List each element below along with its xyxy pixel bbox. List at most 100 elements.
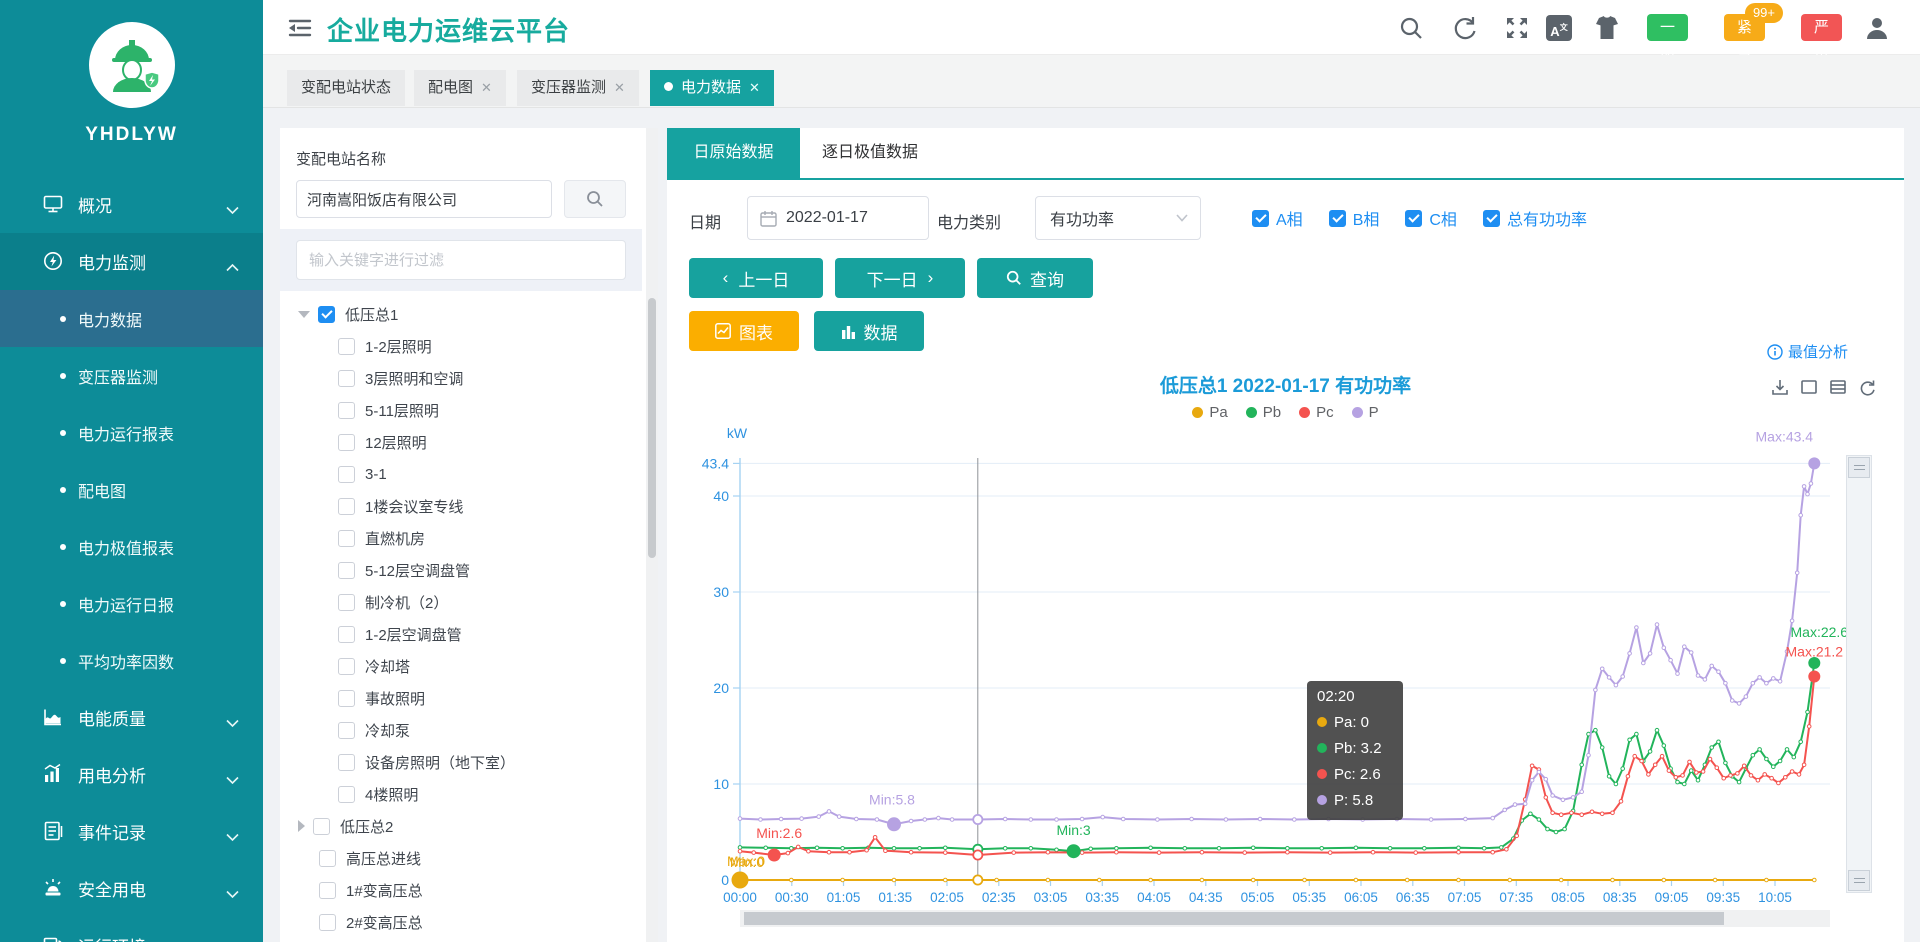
tree-checkbox[interactable] (319, 882, 336, 899)
sidebar-item-13[interactable]: 运行环境 (0, 917, 263, 942)
tree-node-11[interactable]: 冷却塔 (280, 650, 642, 682)
sidebar-item-8[interactable]: 平均功率因数 (0, 632, 263, 689)
tree-scrollbar-thumb[interactable] (648, 298, 656, 558)
sidebar-item-0[interactable]: 概况 (0, 176, 263, 233)
tree-node-5[interactable]: 3-1 (280, 458, 642, 490)
user-avatar-icon[interactable] (1864, 15, 1890, 41)
crumb-tab-0[interactable]: 变配电站状态 (287, 70, 405, 106)
tree-checkbox[interactable] (338, 690, 355, 707)
close-icon[interactable]: ✕ (749, 80, 760, 95)
tree-node-4[interactable]: 12层照明 (280, 426, 642, 458)
sidebar-item-3[interactable]: 变压器监测 (0, 347, 263, 404)
tab-daily-extreme-data[interactable]: 逐日极值数据 (800, 128, 940, 180)
sidebar-item-9[interactable]: 电能质量 (0, 689, 263, 746)
tree-node-0[interactable]: 低压总1 (280, 298, 642, 330)
tree-node-2[interactable]: 3层照明和空调 (280, 362, 642, 394)
legend-item-P[interactable]: P (1352, 404, 1379, 421)
tree-node-18[interactable]: 1#变高压总 (280, 874, 642, 906)
tree-checkbox[interactable] (338, 786, 355, 803)
legend-item-Pb[interactable]: Pb (1246, 404, 1281, 421)
data-view-button[interactable]: 数据 (814, 311, 924, 351)
tree-filter-input[interactable] (296, 240, 626, 280)
query-button[interactable]: 查询 (977, 258, 1093, 298)
tab-daily-raw-data[interactable]: 日原始数据 (667, 128, 800, 180)
horizontal-scrollbar-thumb[interactable] (744, 912, 1724, 925)
next-day-button[interactable]: 下一日› (835, 258, 965, 298)
station-search-button[interactable] (564, 180, 626, 218)
sidebar-item-10[interactable]: 用电分析 (0, 746, 263, 803)
tree-node-14[interactable]: 设备房照明（地下室） (280, 746, 642, 778)
tree-node-9[interactable]: 制冷机（2） (280, 586, 642, 618)
tree-checkbox[interactable] (338, 626, 355, 643)
tree-checkbox[interactable] (338, 498, 355, 515)
crumb-tab-1[interactable]: 配电图✕ (414, 70, 506, 106)
crumb-tab-3[interactable]: 电力数据✕ (650, 70, 774, 106)
prev-day-button[interactable]: ‹上一日 (689, 258, 823, 298)
tree-checkbox[interactable] (338, 530, 355, 547)
sidebar-item-7[interactable]: 电力运行日报 (0, 575, 263, 632)
tree-node-3[interactable]: 5-11层照明 (280, 394, 642, 426)
slider-top-handle[interactable] (1848, 457, 1870, 478)
search-icon[interactable] (1398, 15, 1424, 41)
restore-icon[interactable] (1858, 378, 1876, 396)
close-icon[interactable]: ✕ (481, 80, 492, 95)
horizontal-scrollbar[interactable] (740, 910, 1830, 927)
tree-node-16[interactable]: 低压总2 (280, 810, 642, 842)
tree-node-8[interactable]: 5-12层空调盘管 (280, 554, 642, 586)
caret-down-icon[interactable] (298, 311, 310, 318)
caret-right-icon[interactable] (298, 820, 305, 832)
sidebar-item-11[interactable]: 事件记录 (0, 803, 263, 860)
date-picker[interactable]: 2022-01-17 (747, 196, 929, 240)
data-zoom-icon[interactable] (1800, 378, 1818, 396)
legend-item-Pc[interactable]: Pc (1299, 404, 1334, 421)
tree-checkbox[interactable] (338, 562, 355, 579)
tree-node-7[interactable]: 直燃机房 (280, 522, 642, 554)
sidebar-item-12[interactable]: 安全用电 (0, 860, 263, 917)
phase-checkbox-2[interactable]: C相 (1405, 206, 1457, 230)
tree-node-6[interactable]: 1楼会议室专线 (280, 490, 642, 522)
tree-node-12[interactable]: 事故照明 (280, 682, 642, 714)
theme-skin-icon[interactable] (1594, 15, 1620, 41)
close-icon[interactable]: ✕ (614, 80, 625, 95)
extreme-analysis-link[interactable]: 最值分析 (1767, 341, 1848, 362)
tree-scrollbar[interactable] (646, 128, 658, 942)
alarm-badge-severe[interactable]: 严重 (1801, 14, 1842, 41)
tree-node-19[interactable]: 2#变高压总 (280, 906, 642, 938)
tree-checkbox[interactable] (338, 466, 355, 483)
tree-checkbox[interactable] (338, 370, 355, 387)
station-name-input[interactable] (296, 180, 552, 218)
alarm-badge-normal[interactable]: 一般 (1647, 14, 1688, 41)
fullscreen-icon[interactable] (1504, 15, 1530, 41)
tree-checkbox[interactable] (318, 306, 335, 323)
sidebar-item-5[interactable]: 配电图 (0, 461, 263, 518)
slider-bottom-handle[interactable] (1848, 870, 1870, 891)
tree-checkbox[interactable] (319, 850, 336, 867)
data-table-icon[interactable] (1829, 378, 1847, 396)
menu-collapse-icon[interactable] (287, 15, 313, 41)
tree-checkbox[interactable] (338, 594, 355, 611)
sidebar-item-1[interactable]: 电力监测 (0, 233, 263, 290)
sidebar-item-6[interactable]: 电力极值报表 (0, 518, 263, 575)
sidebar-item-4[interactable]: 电力运行报表 (0, 404, 263, 461)
crumb-tab-2[interactable]: 变压器监测✕ (517, 70, 639, 106)
tree-node-15[interactable]: 4楼照明 (280, 778, 642, 810)
tree-checkbox[interactable] (338, 754, 355, 771)
phase-checkbox-3[interactable]: 总有功功率 (1483, 206, 1587, 230)
tree-node-10[interactable]: 1-2层空调盘管 (280, 618, 642, 650)
tree-checkbox[interactable] (338, 658, 355, 675)
phase-checkbox-1[interactable]: B相 (1329, 206, 1380, 230)
tree-checkbox[interactable] (319, 914, 336, 931)
tree-checkbox[interactable] (338, 338, 355, 355)
legend-item-Pa[interactable]: Pa (1192, 404, 1227, 421)
translate-icon[interactable]: A文 (1546, 15, 1572, 41)
tree-node-1[interactable]: 1-2层照明 (280, 330, 642, 362)
tree-checkbox[interactable] (338, 722, 355, 739)
vertical-data-zoom-slider[interactable] (1846, 455, 1872, 893)
tree-node-13[interactable]: 冷却泵 (280, 714, 642, 746)
phase-checkbox-0[interactable]: A相 (1252, 206, 1303, 230)
save-image-icon[interactable] (1771, 378, 1789, 396)
tree-checkbox[interactable] (313, 818, 330, 835)
refresh-icon[interactable] (1452, 15, 1478, 41)
chart-view-button[interactable]: 图表 (689, 311, 799, 351)
tree-checkbox[interactable] (338, 402, 355, 419)
